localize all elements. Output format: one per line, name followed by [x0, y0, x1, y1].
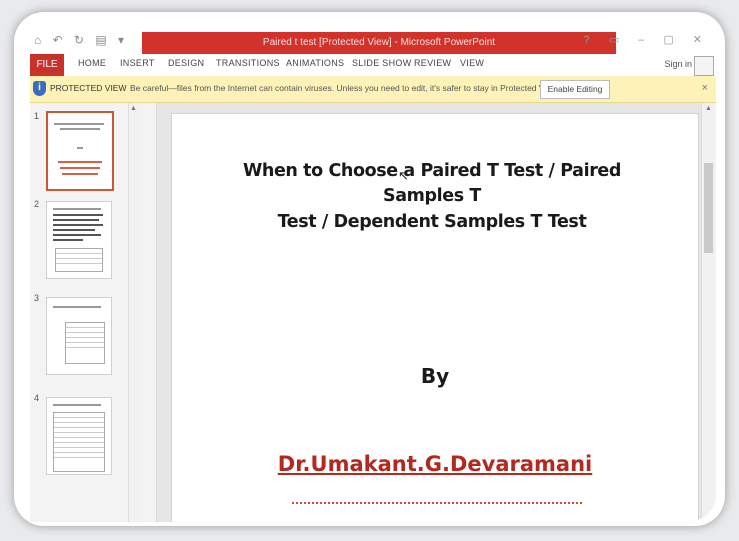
slide-by-text: By	[420, 364, 450, 388]
powerpoint-window: ⌂ ↶ ↻ ▤ ▾ Paired t test [Protected View]…	[30, 28, 716, 522]
scroll-up-icon[interactable]: ▲	[130, 105, 137, 112]
scrollbar-thumb[interactable]	[704, 163, 713, 253]
title-bar: ⌂ ↶ ↻ ▤ ▾ Paired t test [Protected View]…	[30, 28, 716, 54]
thumbnail-number: 4	[34, 393, 40, 403]
thumbnail-scrollbar[interactable]: ▲	[128, 103, 139, 522]
slide-subtitle-cutoff	[292, 502, 582, 510]
tab-animations[interactable]: ANIMATIONS	[286, 58, 344, 68]
window-controls[interactable]: ? ▭ – ▢ ✕	[584, 33, 710, 46]
sign-in-link[interactable]: Sign in	[664, 59, 692, 69]
quick-access-toolbar[interactable]: ⌂ ↶ ↻ ▤ ▾	[34, 33, 128, 47]
tab-transitions[interactable]: TRANSITIONS	[216, 58, 280, 68]
slide-title-line-2: Test / Dependent Samples T Test	[277, 211, 587, 232]
protected-view-bar: i PROTECTED VIEW Be careful—files from t…	[30, 76, 716, 103]
slide-editor: When to Choose a Paired T Test / Paired …	[157, 103, 716, 522]
window-title: Paired t test [Protected View] - Microso…	[142, 32, 616, 54]
slide-title-line-1: When to Choose a Paired T Test / Paired …	[242, 161, 622, 207]
thumbnail-number: 2	[34, 199, 40, 209]
thumbnail-number: 1	[34, 111, 40, 121]
mouse-cursor-icon: ↖	[398, 168, 409, 183]
tab-slide-show[interactable]: SLIDE SHOW	[352, 58, 412, 68]
tab-design[interactable]: DESIGN	[168, 58, 204, 68]
current-slide[interactable]: When to Choose a Paired T Test / Paired …	[171, 113, 699, 522]
slide-author: Dr.Umakant.G.Devaramani	[277, 452, 593, 476]
slide-thumbnail-1[interactable]	[46, 111, 114, 191]
slide-thumbnail-pane: 1 2 3 4 ▲	[30, 103, 157, 522]
scroll-up-icon[interactable]: ▲	[705, 105, 712, 112]
enable-editing-button[interactable]: Enable Editing	[540, 80, 610, 99]
ribbon-tabs: FILE HOME INSERT DESIGN TRANSITIONS ANIM…	[30, 54, 716, 77]
thumbnail-number: 3	[34, 293, 40, 303]
tab-insert[interactable]: INSERT	[120, 58, 155, 68]
slide-title: When to Choose a Paired T Test / Paired …	[212, 159, 652, 235]
slide-thumbnail-2[interactable]	[46, 201, 112, 279]
shield-icon: i	[33, 81, 46, 96]
protected-view-message: Be careful—files from the Internet can c…	[130, 83, 560, 93]
protected-view-label: PROTECTED VIEW	[50, 83, 127, 93]
tab-view[interactable]: VIEW	[460, 58, 484, 68]
tab-file[interactable]: FILE	[30, 54, 64, 76]
tab-review[interactable]: REVIEW	[414, 58, 451, 68]
slide-thumbnail-4[interactable]	[46, 397, 112, 475]
slide-thumbnail-3[interactable]	[46, 297, 112, 375]
avatar[interactable]	[694, 56, 714, 76]
close-icon[interactable]: ×	[702, 82, 708, 94]
tab-home[interactable]: HOME	[78, 58, 106, 68]
slide-scrollbar[interactable]: ▲	[701, 103, 716, 522]
